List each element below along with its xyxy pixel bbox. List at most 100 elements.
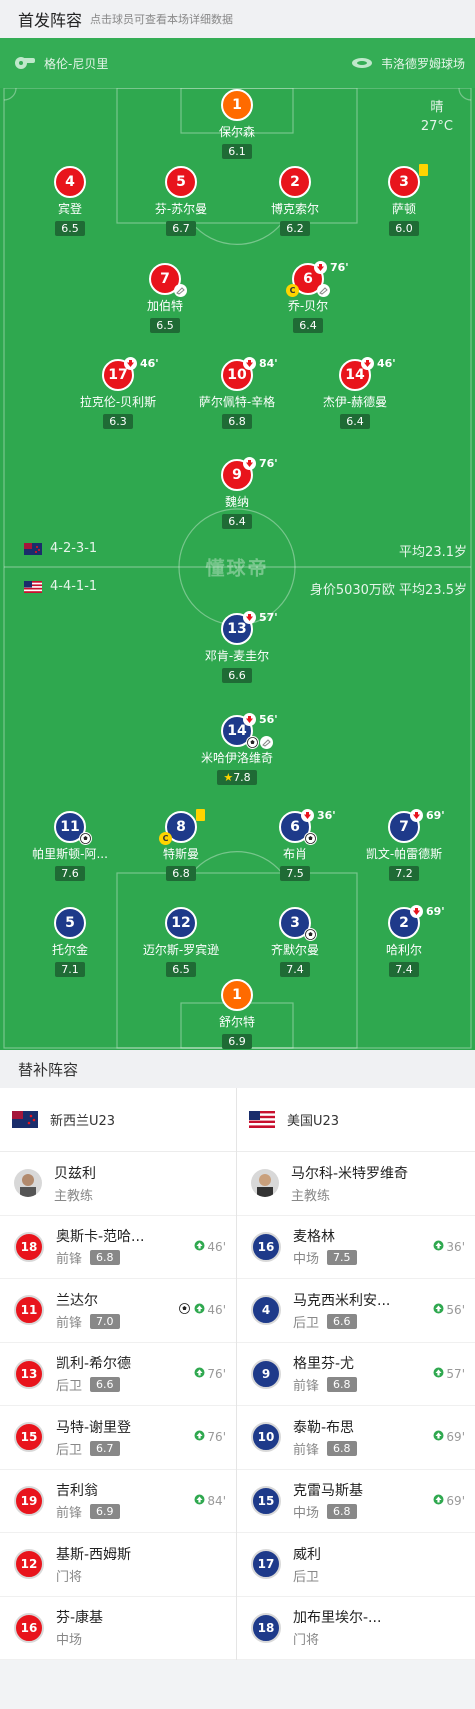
away-player[interactable]: 3 齐默尔曼 7.4 <box>240 907 350 977</box>
bench-player-row[interactable]: 19 吉利翁 前锋 6.9 84' <box>0 1470 236 1533</box>
sub-in-minute: 56' <box>446 1303 465 1318</box>
lineup-subtitle: 点击球员可查看本场详细数据 <box>90 13 234 26</box>
player-number: 2 <box>290 174 300 190</box>
home-player[interactable]: 1 保尔森 6.1 <box>182 89 292 159</box>
substitution-badge: 57' <box>243 611 278 624</box>
player-name: 芬-苏尔曼 <box>154 202 208 216</box>
player-rating: 7.4 <box>389 962 419 977</box>
sub-in-icon <box>194 1494 205 1508</box>
home-player[interactable]: 3 萨顿 6.0 <box>349 164 459 236</box>
away-formation-text: 4-4-1-1 <box>50 579 98 594</box>
bench-player-row[interactable]: 16 芬-康基 中场 <box>0 1597 236 1660</box>
bench-player-row[interactable]: 13 凯利-希尔德 后卫 6.6 76' <box>0 1343 236 1406</box>
sub-in-info: 57' <box>433 1367 465 1381</box>
away-coach[interactable]: 马尔科-米特罗维奇 主教练 <box>237 1152 475 1216</box>
us-flag-icon <box>249 1111 275 1128</box>
substitution-badge: 46' <box>124 357 159 370</box>
away-player[interactable]: 7 69' 凯文-帕雷德斯 7.2 <box>349 809 459 881</box>
player-rating: ★7.8 <box>217 770 257 785</box>
player-number-circle: 17 46' <box>102 357 159 391</box>
sub-in-info: 76' <box>194 1367 226 1381</box>
sub-out-icon <box>124 357 137 370</box>
sub-in-icon <box>433 1303 444 1317</box>
goal-icon <box>79 832 92 845</box>
player-name: 杰伊-赫德曼 <box>322 395 388 409</box>
assist-icon <box>260 736 273 749</box>
bench-player-rating: 6.7 <box>90 1440 120 1456</box>
player-name: 宾登 <box>57 202 82 216</box>
away-player[interactable]: 13 57' 邓肯-麦圭尔 6.6 <box>182 611 292 683</box>
home-player[interactable]: 7 加伯特 6.5 <box>110 263 220 333</box>
bench-player-row[interactable]: 17 威利 后卫 <box>237 1533 475 1597</box>
home-player[interactable]: 9 76' 魏纳 6.4 <box>182 457 292 529</box>
away-player[interactable]: 8 C 特斯曼 6.8 <box>126 809 236 881</box>
home-player[interactable]: 2 博克索尔 6.2 <box>240 166 350 236</box>
bench-player-row[interactable]: 16 麦格林 中场 7.5 36' <box>237 1216 475 1279</box>
home-team-name: 新西兰U23 <box>50 1114 116 1129</box>
bench-player-row[interactable]: 18 加布里埃尔-... 门将 <box>237 1597 475 1660</box>
home-player[interactable]: 14 46' 杰伊-赫德曼 6.4 <box>300 357 410 429</box>
bench-player-row[interactable]: 9 格里芬-尤 前锋 6.8 57' <box>237 1343 475 1406</box>
home-player[interactable]: 10 84' 萨尔佩特-辛格 6.8 <box>182 357 292 429</box>
sub-in-icon <box>194 1367 205 1381</box>
player-rating: 6.8 <box>222 414 252 429</box>
player-rating-value: 7.5 <box>286 867 304 880</box>
home-player[interactable]: 4 宾登 6.5 <box>15 166 125 236</box>
yellow-card-icon <box>419 164 428 176</box>
player-rating: 6.5 <box>166 962 196 977</box>
player-rating-value: 6.4 <box>299 319 317 332</box>
bench-player-name: 基斯-西姆斯 <box>56 1546 132 1563</box>
bench-player-name: 芬-康基 <box>56 1610 104 1627</box>
sub-in-icon <box>433 1367 444 1381</box>
player-number: 6 <box>290 819 300 835</box>
player-name: 托尔金 <box>51 943 88 957</box>
bench-player-row[interactable]: 18 奥斯卡-范哈... 前锋 6.8 46' <box>0 1216 236 1279</box>
coach-name: 贝兹利 <box>54 1165 96 1182</box>
home-player[interactable]: 17 46' 拉克伦-贝利斯 6.3 <box>63 357 173 429</box>
bench-panel: 新西兰U23 贝兹利 主教练 18 奥斯卡-范哈... 前锋 6.8 46' 11 兰达尔 前锋… <box>0 1088 475 1660</box>
away-team-name: 美国U23 <box>287 1114 340 1129</box>
player-rating-value: 7.1 <box>61 963 79 976</box>
bench-player-name: 奥斯卡-范哈... <box>56 1229 145 1246</box>
player-number-circle: 3 <box>388 164 428 198</box>
away-player[interactable]: 14 56' 米哈伊洛维奇 ★7.8 <box>182 713 292 785</box>
away-player[interactable]: 12 迈尔斯-罗宾逊 6.5 <box>126 907 236 977</box>
bench-player-position: 后卫 <box>56 1379 83 1395</box>
bench-player-number: 15 <box>14 1422 44 1453</box>
sub-in-icon <box>433 1430 444 1444</box>
away-player[interactable]: 2 69' 哈利尔 7.4 <box>349 905 459 977</box>
home-player[interactable]: 6 76' C 乔-贝尔 6.4 <box>253 261 363 333</box>
bench-player-row[interactable]: 4 马克西米利安... 后卫 6.6 56' <box>237 1279 475 1343</box>
home-coach[interactable]: 贝兹利 主教练 <box>0 1152 236 1216</box>
home-bench: 新西兰U23 贝兹利 主教练 18 奥斯卡-范哈... 前锋 6.8 46' 11 兰达尔 前锋… <box>0 1088 237 1660</box>
away-player[interactable]: 6 36' 布肖 7.5 <box>240 809 350 881</box>
player-rating: 7.2 <box>389 866 419 881</box>
away-player[interactable]: 1 舒尔特 6.9 <box>182 979 292 1049</box>
bench-player-rating: 6.6 <box>90 1377 120 1393</box>
goal-icon <box>304 928 317 941</box>
player-number: 5 <box>176 174 186 190</box>
goal-icon <box>304 832 317 845</box>
bench-player-row[interactable]: 15 马特-谢里登 后卫 6.7 76' <box>0 1406 236 1470</box>
sub-minute: 69' <box>426 809 445 822</box>
bench-player-rating: 6.8 <box>327 1377 357 1393</box>
bench-player-row[interactable]: 10 泰勒-布思 前锋 6.8 69' <box>237 1406 475 1470</box>
bench-player-position: 后卫 <box>293 1315 320 1331</box>
coach-avatar <box>251 1169 279 1198</box>
player-rating: 6.5 <box>55 221 85 236</box>
away-player[interactable]: 11 帕里斯顿-阿... 7.6 <box>15 811 125 881</box>
player-number-circle: 11 <box>54 811 92 845</box>
player-rating: 6.4 <box>293 318 323 333</box>
bench-player-row[interactable]: 15 克雷马斯基 中场 6.8 69' <box>237 1470 475 1533</box>
player-number-circle: 7 <box>149 263 187 297</box>
referee-name: 格伦-尼贝里 <box>44 56 109 71</box>
bench-player-number: 19 <box>14 1485 44 1516</box>
sub-in-icon <box>194 1303 205 1317</box>
bench-player-row[interactable]: 11 兰达尔 前锋 7.0 46' <box>0 1279 236 1343</box>
bench-player-rating: 7.0 <box>90 1313 120 1329</box>
player-number: 9 <box>232 467 242 483</box>
away-player[interactable]: 5 托尔金 7.1 <box>15 907 125 977</box>
bench-player-name: 马特-谢里登 <box>56 1419 132 1436</box>
home-player[interactable]: 5 芬-苏尔曼 6.7 <box>126 166 236 236</box>
bench-player-row[interactable]: 12 基斯-西姆斯 门将 <box>0 1533 236 1597</box>
